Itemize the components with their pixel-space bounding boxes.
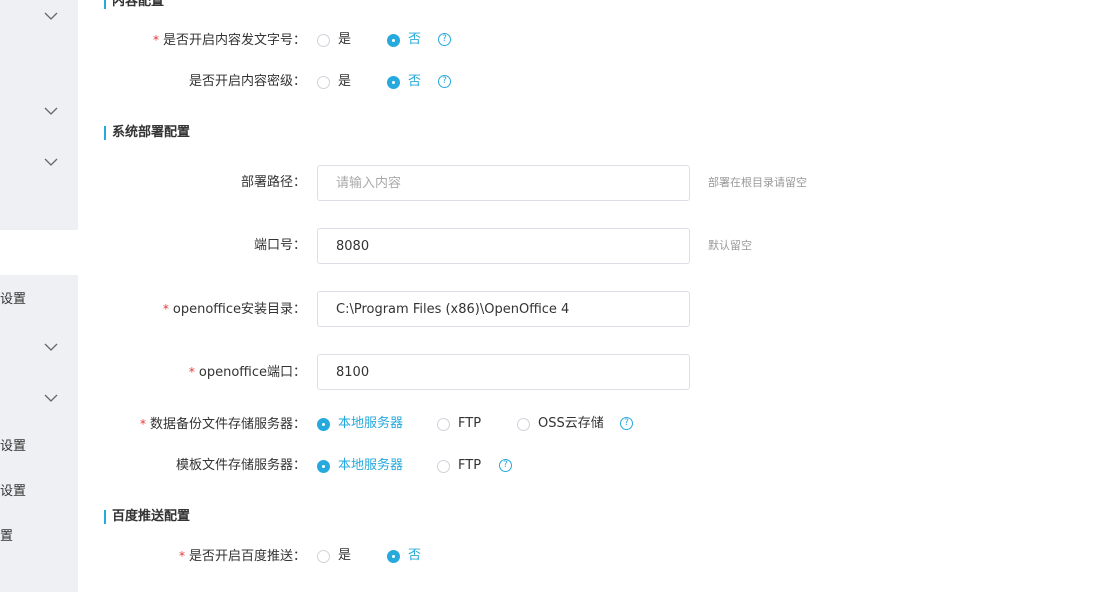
sidebar-item-config[interactable]: 置 [0,525,13,544]
form-label: 模板文件存储服务器： [175,458,306,473]
radio-doc-number-yes[interactable]: 是 [317,33,351,47]
form-label: * 是否开启百度推送： [178,549,306,564]
chevron-down-icon[interactable] [44,342,58,352]
form-row-backup-storage: * 数据备份文件存储服务器： 本地服务器 FTP OSS云存储 ? [78,406,1101,442]
radio-template-ftp[interactable]: FTP [437,459,481,473]
sidebar-item-settings[interactable]: 设置 [0,288,26,307]
form-row-doc-number: * 是否开启内容发文字号： 是 否 ? [78,22,1101,58]
radio-circle[interactable] [437,417,450,431]
form-row-baidu-push: * 是否开启百度推送： 是 否 [78,538,1101,574]
required-mark: * [162,302,169,316]
radio-circle[interactable] [317,417,330,431]
chevron-down-icon[interactable] [44,11,58,21]
required-mark: * [188,365,195,379]
form-row-secret-level: 是否开启内容密级： 是 否 ? [78,64,1101,100]
chevron-down-icon[interactable] [44,157,58,167]
form-row-openoffice-port: * openoffice端口： [78,354,1101,390]
radio-doc-number-no[interactable]: 否 [387,33,421,47]
sidebar-item-settings[interactable]: 设置 [0,480,26,499]
port-hint: 默认留空 [708,239,752,252]
radio-circle[interactable] [317,459,330,473]
sidebar-item-settings[interactable]: 设置 [0,435,26,454]
radio-baidu-push-yes[interactable]: 是 [317,549,351,563]
radio-template-local[interactable]: 本地服务器 [317,459,403,473]
question-circle-icon[interactable]: ? [438,75,451,88]
radio-circle[interactable] [387,75,400,89]
port-input[interactable] [317,228,690,264]
openoffice-port-input[interactable] [317,354,690,390]
radio-circle[interactable] [317,75,330,89]
question-circle-icon[interactable]: ? [438,33,451,46]
required-mark: * [139,417,146,431]
form-label: 是否开启内容密级： [188,74,306,89]
required-mark: * [178,549,185,563]
radio-backup-oss[interactable]: OSS云存储 [517,417,604,431]
radio-circle[interactable] [437,459,450,473]
form-row-template-storage: 模板文件存储服务器： 本地服务器 FTP ? [78,448,1101,484]
deploy-path-hint: 部署在根目录请留空 [708,176,807,189]
question-circle-icon[interactable]: ? [499,459,512,472]
sidebar: 设置 设置 设置 置 [0,0,78,592]
radio-secret-level-yes[interactable]: 是 [317,75,351,89]
form-label: 部署路径： [240,175,306,190]
section-title-deploy: 系统部署配置 [104,125,190,141]
question-circle-icon[interactable]: ? [620,417,633,430]
deploy-path-input[interactable] [317,165,690,201]
radio-circle[interactable] [387,549,400,563]
radio-backup-ftp[interactable]: FTP [437,417,481,431]
form-label: * openoffice端口： [188,365,306,380]
openoffice-dir-input[interactable] [317,291,690,327]
required-mark: * [152,33,159,47]
form-row-port: 端口号： 默认留空 [78,228,1101,264]
form-row-openoffice-dir: * openoffice安装目录： [78,291,1101,327]
section-title-content: 内容配置 [104,0,164,10]
form-label: * openoffice安装目录： [162,302,306,317]
radio-secret-level-no[interactable]: 否 [387,75,421,89]
section-title-baidu: 百度推送配置 [104,509,190,525]
form-label: * 是否开启内容发文字号： [152,33,306,48]
radio-circle[interactable] [317,549,330,563]
sidebar-menu-group-bottom: 设置 设置 设置 置 [0,275,78,592]
chevron-down-icon[interactable] [44,106,58,116]
form-label: 端口号： [253,238,306,253]
chevron-down-icon[interactable] [44,393,58,403]
form-label: * 数据备份文件存储服务器： [139,417,306,432]
settings-form: 内容配置 * 是否开启内容发文字号： 是 否 ? 是否开启内容密级： 是 否 ? … [78,0,1101,592]
radio-circle[interactable] [317,33,330,47]
radio-circle[interactable] [387,33,400,47]
radio-baidu-push-no[interactable]: 否 [387,549,421,563]
radio-circle[interactable] [517,417,530,431]
sidebar-menu-group-top [0,0,78,230]
radio-backup-local[interactable]: 本地服务器 [317,417,403,431]
form-row-deploy-path: 部署路径： 部署在根目录请留空 [78,165,1101,201]
